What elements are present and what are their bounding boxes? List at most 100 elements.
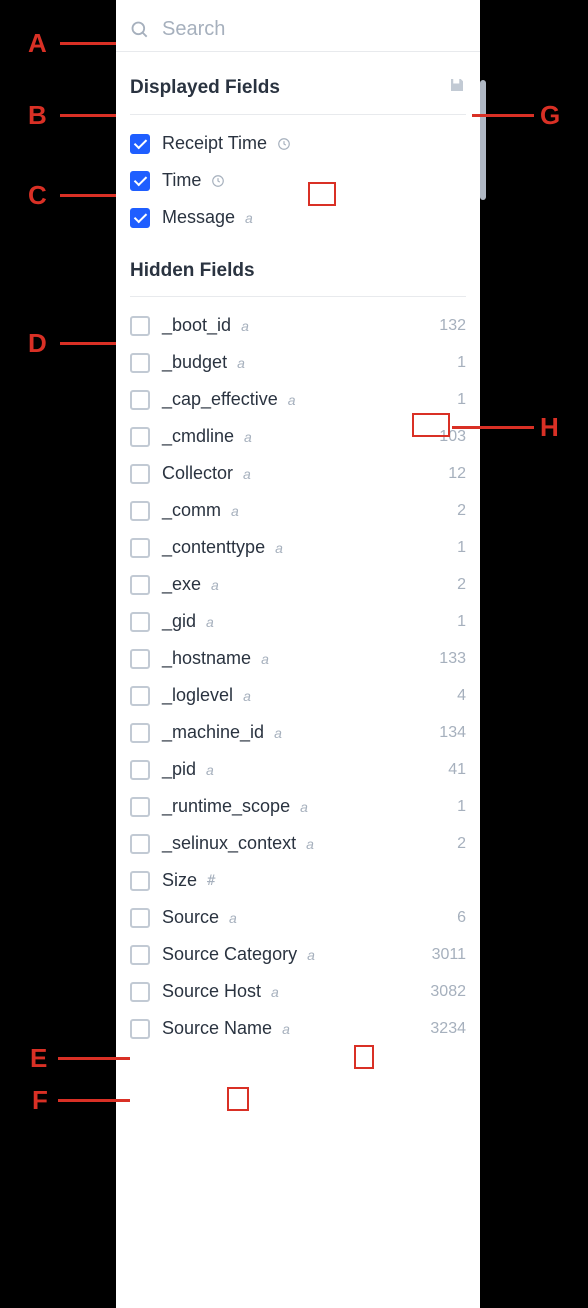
string-type-icon: a: [244, 429, 252, 445]
field-checkbox[interactable]: [130, 982, 150, 1002]
field-row[interactable]: Source a 6: [130, 899, 466, 936]
field-checkbox[interactable]: [130, 1019, 150, 1039]
annotation-label-g: G: [540, 100, 560, 131]
field-checkbox[interactable]: [130, 908, 150, 928]
field-row[interactable]: Collector a 12: [130, 455, 466, 492]
hash-icon: #: [207, 873, 215, 889]
field-count: 6: [457, 909, 466, 927]
string-type-icon: a: [211, 577, 219, 593]
annotation-line: [472, 114, 534, 117]
field-checkbox[interactable]: [130, 208, 150, 228]
field-checkbox[interactable]: [130, 134, 150, 154]
string-type-icon: a: [300, 799, 308, 815]
field-label: _comm: [162, 500, 221, 521]
field-checkbox[interactable]: [130, 871, 150, 891]
field-count: 133: [439, 650, 466, 668]
displayed-fields-title: Displayed Fields: [130, 77, 280, 99]
field-checkbox[interactable]: [130, 353, 150, 373]
annotation-line: [58, 1099, 130, 1102]
field-checkbox[interactable]: [130, 538, 150, 558]
field-label: _budget: [162, 352, 227, 373]
search-icon: [130, 20, 150, 40]
annotation-box: [354, 1045, 374, 1069]
string-type-icon: a: [261, 651, 269, 667]
field-count: 3011: [432, 946, 466, 964]
field-checkbox[interactable]: [130, 945, 150, 965]
string-type-icon: a: [275, 540, 283, 556]
hidden-fields-list: _boot_id a 132 _budget a 1 _cap_effectiv…: [116, 297, 480, 1047]
field-count: 1: [457, 354, 466, 372]
field-count: 1: [457, 539, 466, 557]
field-checkbox[interactable]: [130, 427, 150, 447]
string-type-icon: a: [241, 318, 249, 334]
field-label: _boot_id: [162, 315, 231, 336]
field-row[interactable]: Size #: [130, 862, 466, 899]
field-count: 1: [457, 613, 466, 631]
annotation-line: [452, 426, 534, 429]
field-row[interactable]: Source Name a 3234: [130, 1010, 466, 1047]
field-label: Source Category: [162, 944, 297, 965]
field-row[interactable]: Source Host a 3082: [130, 973, 466, 1010]
field-row[interactable]: _runtime_scope a 1: [130, 788, 466, 825]
save-icon[interactable]: [448, 76, 466, 100]
field-checkbox[interactable]: [130, 464, 150, 484]
field-row[interactable]: _exe a 2: [130, 566, 466, 603]
field-checkbox[interactable]: [130, 797, 150, 817]
field-row[interactable]: _hostname a 133: [130, 640, 466, 677]
field-count: 134: [439, 724, 466, 742]
field-label: _runtime_scope: [162, 796, 290, 817]
field-label: Source Host: [162, 981, 261, 1002]
string-type-icon: a: [271, 984, 279, 1000]
field-label: _cap_effective: [162, 389, 278, 410]
field-label: _cmdline: [162, 426, 234, 447]
string-type-icon: a: [243, 466, 251, 482]
field-checkbox[interactable]: [130, 686, 150, 706]
field-checkbox[interactable]: [130, 501, 150, 521]
field-row[interactable]: _machine_id a 134: [130, 714, 466, 751]
field-checkbox[interactable]: [130, 760, 150, 780]
field-label: _loglevel: [162, 685, 233, 706]
search-row: [116, 0, 480, 52]
field-row[interactable]: _pid a 41: [130, 751, 466, 788]
field-row[interactable]: _selinux_context a 2: [130, 825, 466, 862]
search-input[interactable]: [162, 18, 466, 41]
field-checkbox[interactable]: [130, 612, 150, 632]
field-row[interactable]: _comm a 2: [130, 492, 466, 529]
annotation-label-c: C: [28, 180, 47, 211]
field-label: Size: [162, 870, 197, 891]
field-row[interactable]: _loglevel a 4: [130, 677, 466, 714]
scrollbar[interactable]: [480, 80, 486, 200]
string-type-icon: a: [206, 614, 214, 630]
field-row[interactable]: _contenttype a 1: [130, 529, 466, 566]
field-row[interactable]: _budget a 1: [130, 344, 466, 381]
string-type-icon: a: [243, 688, 251, 704]
displayed-fields-list: Receipt Time Time Message a: [116, 115, 480, 236]
field-checkbox[interactable]: [130, 575, 150, 595]
field-row[interactable]: Time: [130, 162, 466, 199]
annotation-label-d: D: [28, 328, 47, 359]
field-row[interactable]: _gid a 1: [130, 603, 466, 640]
field-label: _machine_id: [162, 722, 264, 743]
field-checkbox[interactable]: [130, 390, 150, 410]
annotation-line: [60, 194, 116, 197]
field-checkbox[interactable]: [130, 316, 150, 336]
field-count: 3234: [430, 1020, 466, 1038]
field-checkbox[interactable]: [130, 649, 150, 669]
string-type-icon: a: [288, 392, 296, 408]
field-row[interactable]: Message a: [130, 199, 466, 236]
annotation-label-a: A: [28, 28, 47, 59]
field-row[interactable]: _boot_id a 132: [130, 307, 466, 344]
annotation-box: [412, 413, 450, 437]
field-label: Source: [162, 907, 219, 928]
field-label: Message: [162, 207, 235, 228]
field-label: Source Name: [162, 1018, 272, 1039]
field-checkbox[interactable]: [130, 723, 150, 743]
annotation-line: [60, 342, 116, 345]
string-type-icon: a: [206, 762, 214, 778]
field-checkbox[interactable]: [130, 834, 150, 854]
field-row[interactable]: Source Category a 3011: [130, 936, 466, 973]
field-checkbox[interactable]: [130, 171, 150, 191]
field-label: _pid: [162, 759, 196, 780]
field-row[interactable]: Receipt Time: [130, 125, 466, 162]
field-label: Collector: [162, 463, 233, 484]
